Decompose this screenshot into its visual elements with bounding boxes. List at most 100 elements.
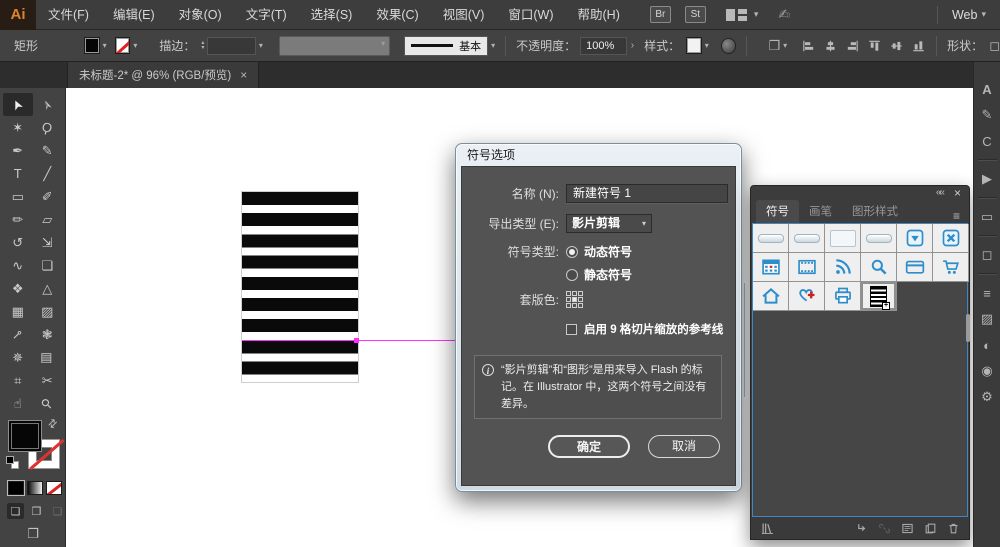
workspace-switcher[interactable]: Web	[952, 8, 977, 22]
scrollbar-thumb[interactable]	[966, 314, 970, 342]
brush-definition-dropdown[interactable]: 基本	[404, 35, 489, 56]
layout-switcher-icon[interactable]: ▾	[725, 8, 758, 21]
symbol-printer[interactable]	[825, 282, 861, 311]
striped-artwork[interactable]	[241, 191, 359, 383]
rectangle-tool[interactable]: ▭	[3, 185, 33, 208]
eraser-tool[interactable]: ▱	[33, 208, 63, 231]
mesh-tool[interactable]: ▦	[3, 300, 33, 323]
symbol-options-icon[interactable]	[901, 522, 914, 535]
align-bottom-icon[interactable]	[911, 39, 926, 53]
new-symbol-icon[interactable]	[924, 522, 937, 535]
dock-actions-icon[interactable]: ▶	[974, 166, 1000, 192]
type-tool[interactable]: T	[3, 162, 33, 185]
cancel-button[interactable]: 取消	[648, 435, 720, 458]
symbol-new-symbol-stripes[interactable]: +	[861, 282, 897, 311]
library-icon[interactable]	[760, 521, 775, 536]
place-symbol-icon[interactable]	[855, 522, 868, 535]
default-fill-stroke-icon[interactable]	[6, 456, 19, 469]
dynamic-symbol-radio[interactable]	[566, 245, 578, 258]
panel-tab-符号[interactable]: 符号	[756, 200, 799, 223]
align-top-icon[interactable]	[867, 39, 882, 53]
symbol-sprayer-tool[interactable]: ✵	[3, 346, 33, 369]
menu-帮助[interactable]: 帮助(H)	[566, 0, 632, 30]
align-right-icon[interactable]	[845, 39, 860, 53]
direct-selection-tool[interactable]: ➢	[33, 93, 63, 116]
collapse-panel-icon[interactable]: ««	[936, 187, 945, 198]
selection-tool[interactable]: ➤	[3, 93, 33, 116]
stroke-weight-field[interactable]	[207, 36, 256, 55]
width-profile-dropdown[interactable]	[278, 35, 391, 56]
dock-gradient-panel-icon[interactable]: ▨	[974, 306, 1000, 332]
opacity-field[interactable]: 100%	[580, 36, 627, 55]
menu-选择[interactable]: 选择(S)	[299, 0, 365, 30]
eyedropper-tool[interactable]: ⊸	[3, 323, 33, 346]
blend-tool[interactable]: ❃	[33, 323, 63, 346]
panel-tab-画笔[interactable]: 画笔	[799, 200, 842, 223]
fill-proxy-swatch[interactable]	[8, 420, 42, 452]
panel-tab-图形样式[interactable]: 图形样式	[842, 200, 908, 223]
dock-settings-icon[interactable]: ⚙	[974, 384, 1000, 410]
nine-slice-checkbox[interactable]	[566, 323, 577, 335]
symbol-shopping-cart[interactable]	[933, 253, 969, 282]
dock-character-panel-icon[interactable]: A	[974, 76, 1000, 102]
recolor-artwork-icon[interactable]	[720, 37, 736, 54]
paintbrush-tool[interactable]: ✐	[33, 185, 63, 208]
opacity-expand-arrow[interactable]: ›	[631, 40, 634, 51]
symbol-credit-card[interactable]	[897, 253, 933, 282]
slice-tool[interactable]: ✂	[33, 369, 63, 392]
close-tab-icon[interactable]: ×	[240, 68, 247, 82]
gradient-tool[interactable]: ▨	[33, 300, 63, 323]
free-transform-tool[interactable]: ❏	[33, 254, 63, 277]
document-tab[interactable]: 未标题-2* @ 96% (RGB/预览) ×	[67, 62, 260, 88]
width-tool[interactable]: ∿	[3, 254, 33, 277]
color-button[interactable]	[8, 481, 24, 495]
shape-widget-icon[interactable]: ◻	[989, 38, 1000, 54]
menu-窗口[interactable]: 窗口(W)	[496, 0, 565, 30]
symbol-dropdown-button[interactable]	[897, 224, 933, 253]
panel-menu-icon[interactable]: ≡	[953, 209, 960, 223]
style-swatch[interactable]	[686, 37, 702, 54]
symbol-bar-button-2[interactable]	[789, 224, 825, 253]
menu-对象[interactable]: 对象(O)	[167, 0, 234, 30]
break-link-icon[interactable]	[878, 522, 891, 535]
fill-color-swatch[interactable]	[84, 37, 100, 54]
artboard-tool[interactable]: ⌗	[3, 369, 33, 392]
delete-symbol-icon[interactable]	[947, 522, 960, 535]
hand-tool[interactable]: ☝	[3, 392, 33, 415]
dock-swatches-icon[interactable]: ✎	[974, 102, 1000, 128]
symbol-bar-button-3[interactable]	[861, 224, 897, 253]
symbol-rss[interactable]	[825, 253, 861, 282]
menu-编辑[interactable]: 编辑(E)	[101, 0, 167, 30]
align-center-icon[interactable]	[823, 39, 838, 53]
symbol-first-aid-heart[interactable]	[789, 282, 825, 311]
ok-button[interactable]: 确定	[548, 435, 630, 458]
line-segment-tool[interactable]: ╱	[33, 162, 63, 185]
close-panel-icon[interactable]: ×	[954, 186, 961, 200]
scale-tool[interactable]: ⇲	[33, 231, 63, 254]
dock-transform-panel-icon[interactable]: ◻	[974, 242, 1000, 268]
export-type-dropdown[interactable]: 影片剪辑 ▾	[566, 214, 652, 233]
symbol-panel-rect[interactable]	[825, 224, 861, 253]
symbol-bar-button-1[interactable]	[753, 224, 789, 253]
none-button[interactable]	[46, 481, 62, 495]
dialog-title[interactable]: 符号选项	[456, 144, 741, 165]
draw-inside-mode[interactable]: ❑	[49, 503, 66, 519]
rotate-tool[interactable]: ↺	[3, 231, 33, 254]
symbol-name-input[interactable]: 新建符号 1	[566, 184, 728, 203]
static-symbol-radio[interactable]	[566, 268, 578, 281]
screen-mode-button[interactable]: ❐	[0, 526, 66, 542]
menu-文字[interactable]: 文字(T)	[234, 0, 299, 30]
curvature-tool[interactable]: ✎	[33, 139, 63, 162]
symbol-filmstrip[interactable]	[789, 253, 825, 282]
align-left-icon[interactable]	[801, 39, 816, 53]
shape-properties-icon[interactable]: ❒	[769, 38, 781, 54]
lasso-tool[interactable]: Ϙ	[33, 116, 63, 139]
dock-appearance-panel-icon[interactable]: ◐	[974, 332, 1000, 358]
gradient-button[interactable]	[27, 481, 43, 495]
dock-color-guide-icon[interactable]: C	[974, 128, 1000, 154]
stroke-color-swatch[interactable]	[114, 37, 131, 54]
bridge-button[interactable]: Br	[649, 6, 671, 23]
draw-behind-mode[interactable]: ❐	[28, 503, 45, 519]
registration-point-selector[interactable]	[566, 291, 583, 308]
symbol-close-button[interactable]	[933, 224, 969, 253]
